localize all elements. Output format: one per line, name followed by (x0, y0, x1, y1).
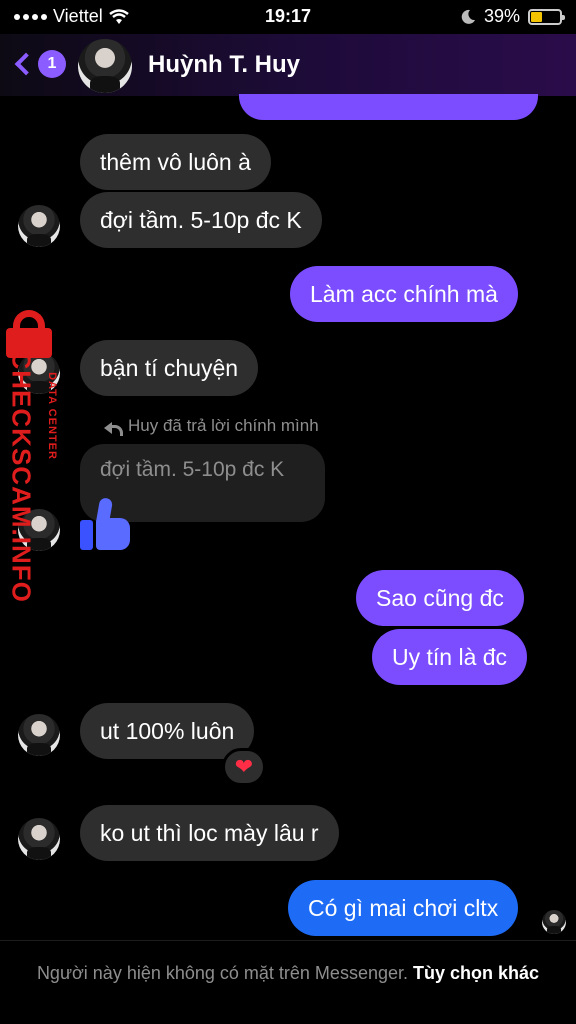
previous-message-cut[interactable] (239, 94, 538, 120)
contact-name[interactable]: Huỳnh T. Huy (148, 51, 300, 79)
chevron-left-icon (14, 52, 38, 76)
message-outgoing[interactable]: Uy tín là đc (372, 629, 528, 685)
heart-reaction-icon[interactable]: ❤ (222, 748, 266, 786)
seen-receipt-avatar (542, 910, 566, 934)
message-incoming[interactable]: bận tí chuyện (80, 340, 259, 396)
message-incoming[interactable]: ko ut thì loc mày lâu r (80, 805, 339, 861)
message-outgoing[interactable]: Làm acc chính mà (290, 266, 518, 322)
battery-fill (531, 11, 542, 22)
watermark-text: CHECKSCAM.INFO (6, 350, 37, 603)
thumb-cuff (80, 520, 93, 550)
message-incoming[interactable]: đợi tầm. 5-10p đc K (80, 192, 322, 248)
contact-avatar[interactable] (78, 39, 132, 93)
reply-arrow-icon (104, 420, 123, 436)
unread-count-badge: 1 (38, 50, 66, 78)
message-outgoing[interactable]: Có gì mai chơi cltx (288, 880, 519, 936)
moon-icon (461, 9, 475, 24)
battery-icon (528, 8, 565, 25)
sender-avatar[interactable] (18, 714, 60, 756)
status-bar: Viettel 19:17 39% (0, 0, 576, 34)
message-incoming[interactable]: ut 100% luôn (80, 703, 255, 759)
sender-avatar[interactable] (18, 205, 60, 247)
back-button[interactable]: 1 (12, 50, 66, 78)
message-outgoing[interactable]: Sao cũng đc (356, 570, 524, 626)
thumbs-up-icon[interactable] (80, 497, 134, 552)
lock-icon (4, 310, 58, 358)
watermark: DATA CENTER CHECKSCAM.INFO (2, 310, 62, 603)
reply-indicator-text: Huy đã trả lời chính mình (128, 416, 319, 435)
chat-header: 1 Huỳnh T. Huy (0, 34, 576, 96)
message-incoming[interactable]: thêm vô luôn à (80, 134, 271, 190)
status-right: 39% (460, 6, 565, 27)
more-options-link[interactable]: Tùy chọn khác (413, 963, 539, 983)
unavailable-note: Người này hiện không có mặt trên Messeng… (36, 963, 408, 983)
sender-avatar[interactable] (18, 818, 60, 860)
unavailable-footer: Người này hiện không có mặt trên Messeng… (0, 940, 576, 1024)
reply-indicator: Huy đã trả lời chính mình (104, 416, 319, 436)
battery-percent: 39% (483, 6, 520, 26)
watermark-subtext: DATA CENTER (46, 372, 58, 460)
